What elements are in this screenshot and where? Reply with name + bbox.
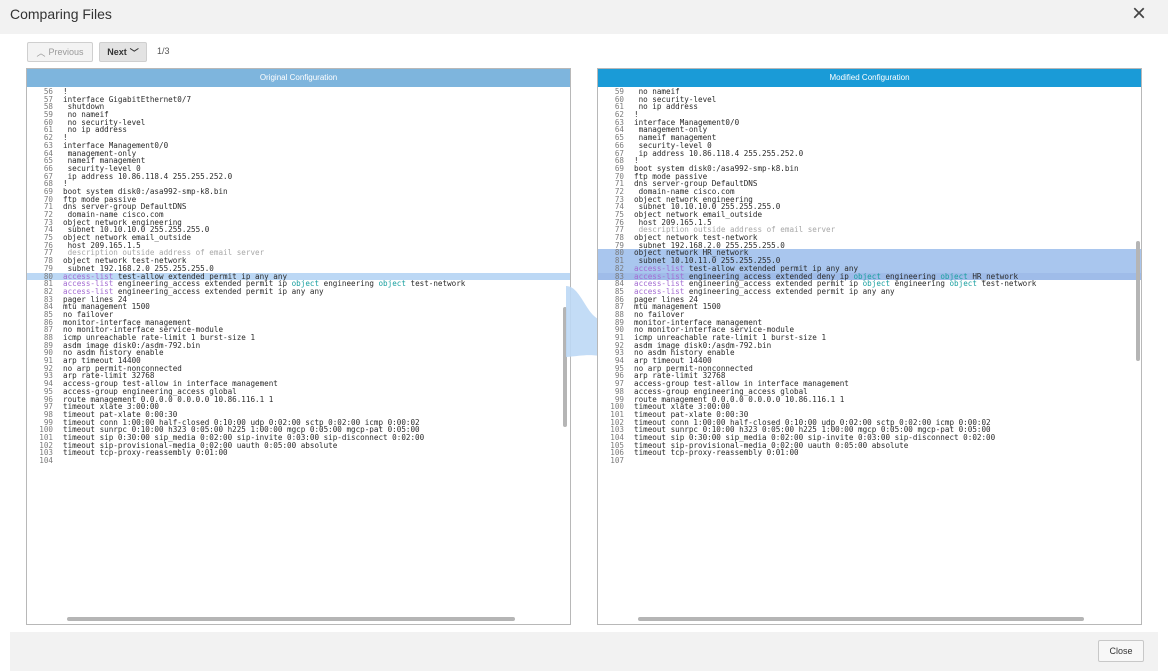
modified-horizontal-scrollbar[interactable] (638, 617, 1084, 621)
modified-code-view[interactable]: 59 no nameif 60 no security-level 61 no ip… (598, 88, 1141, 616)
code-line: 67 ip address 10.86.118.4 255.255.252.0 (598, 148, 1141, 158)
code-line: 61 no ip address (27, 126, 570, 134)
line-text: ip address 10.86.118.4 255.255.252.0 (63, 171, 233, 181)
original-configuration-panel: Original Configuration 56! 57 interface Gi… (26, 68, 571, 625)
object-keyword: object (378, 279, 406, 289)
line-text: test-network (405, 279, 466, 289)
line-number: 107 (610, 456, 624, 465)
line-text: test-network (976, 279, 1037, 289)
modified-vertical-scrollbar[interactable] (1136, 241, 1140, 361)
diff-connector (566, 286, 601, 357)
line-text: engineering (890, 279, 950, 289)
next-button-label: Next (107, 47, 127, 57)
code-line: 106 timeout tcp-proxy-reassembly 0:01:00 (598, 449, 1141, 457)
code-line: 103 timeout tcp-proxy-reassembly 0:01:00 (27, 449, 570, 457)
line-text: engineering_access extended permit ip an… (684, 286, 895, 296)
line-text: ip address 10.86.118.4 255.255.252.0 (634, 148, 804, 158)
modified-panel-title: Modified Configuration (598, 69, 1141, 87)
code-line: 107 (598, 457, 1141, 465)
object-keyword: object (949, 279, 977, 289)
dialog-title: Comparing Files (10, 6, 112, 22)
line-text: timeout tcp-proxy-reassembly 0:01:00 (634, 448, 799, 458)
chevron-up-icon: ︿ (36, 47, 46, 58)
line-text: engineering_access extended permit ip an… (113, 286, 324, 296)
original-horizontal-scrollbar[interactable] (67, 617, 515, 621)
dialog-footer (10, 632, 1158, 671)
next-button[interactable]: Next ﹀ (99, 42, 147, 62)
dialog-header: Comparing Files × (0, 0, 1168, 34)
original-panel-title: Original Configuration (27, 69, 570, 87)
modified-configuration-panel: Modified Configuration 59 no nameif 60 no… (597, 68, 1142, 625)
line-text: no ip address (63, 125, 128, 135)
code-line: 67 ip address 10.86.118.4 255.255.252.0 (27, 171, 570, 181)
code-line: 104 (27, 457, 570, 465)
page-indicator: 1/3 (157, 46, 170, 56)
code-line: 61 no ip address (598, 103, 1141, 111)
original-code-view[interactable]: 56! 57 interface GigabitEthernet0/7 58 shut… (27, 88, 570, 616)
line-number: 104 (39, 456, 53, 465)
line-text: timeout tcp-proxy-reassembly 0:01:00 (63, 448, 228, 458)
code-line: 57 interface GigabitEthernet0/7 (27, 95, 570, 104)
line-text: engineering (319, 279, 379, 289)
chevron-down-icon: ﹀ (129, 47, 139, 58)
line-text: no ip address (634, 102, 699, 112)
close-button[interactable]: Close (1098, 640, 1144, 662)
previous-button[interactable]: ︿ Previous (27, 42, 93, 62)
previous-button-label: Previous (48, 47, 84, 57)
close-icon[interactable]: × (1128, 2, 1150, 27)
